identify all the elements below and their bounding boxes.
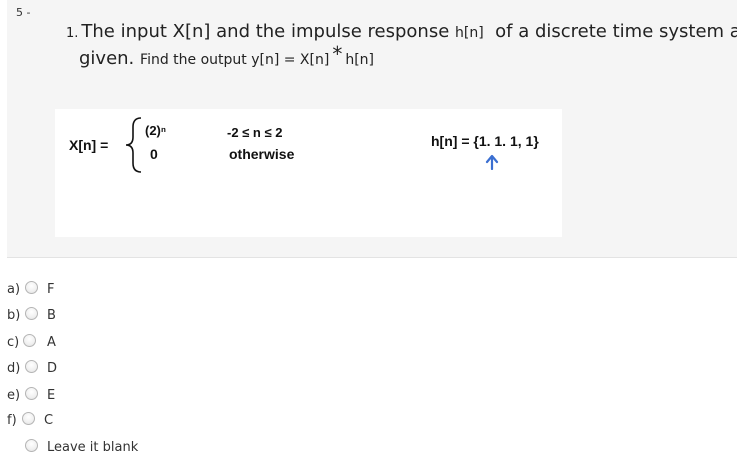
question-panel: 5 - 1. The input X[n] and the impulse res…	[7, 0, 737, 258]
option-f-radio[interactable]	[22, 412, 35, 425]
question-number: 5 -	[16, 6, 31, 19]
question-text-line-1: 1. The input X[n] and the impulse respons…	[66, 21, 737, 42]
option-leave-blank[interactable]: Leave it blank	[0, 438, 160, 458]
question-text-part-1: The input X[n] and the impulse response	[81, 21, 450, 42]
option-a[interactable]: a) F	[0, 280, 90, 300]
option-letter: e)	[7, 388, 21, 403]
origin-up-arrow-icon	[485, 154, 499, 170]
option-letter: c)	[7, 335, 20, 350]
option-label: E	[47, 388, 56, 403]
case1-condition: -2 ≤ n ≤ 2	[227, 125, 283, 140]
piecewise-brace	[125, 117, 142, 173]
quiz-page: 5 - 1. The input X[n] and the impulse res…	[0, 0, 737, 469]
option-e-radio[interactable]	[25, 387, 38, 400]
option-letter: f)	[7, 413, 17, 428]
case2-condition: otherwise	[229, 146, 295, 162]
question-enumerator: 1.	[66, 26, 79, 41]
option-label: F	[47, 282, 55, 297]
option-a-radio[interactable]	[25, 281, 38, 294]
convolution-star: *	[332, 42, 343, 66]
option-d[interactable]: d) D	[0, 359, 90, 379]
option-label: Leave it blank	[47, 440, 139, 455]
option-d-radio[interactable]	[25, 360, 38, 373]
option-leave-blank-radio[interactable]	[25, 439, 38, 452]
option-b-radio[interactable]	[25, 307, 38, 320]
question-text-line-2: given. Find the output y[n] = X[n] * h[n]	[79, 42, 374, 69]
impulse-response-end: h[n]	[345, 52, 374, 68]
problem-figure: X[n] = (2)ⁿ 0 -2 ≤ n ≤ 2 otherwise h[n] …	[55, 109, 562, 237]
option-label: D	[47, 361, 58, 376]
option-label: B	[47, 308, 56, 323]
option-c[interactable]: c) A	[0, 333, 90, 353]
impulse-response-definition: h[n] = {1. 1. 1, 1}	[431, 133, 539, 149]
option-label: C	[44, 413, 54, 428]
option-letter: d)	[7, 361, 21, 376]
case1-expression: (2)ⁿ	[145, 123, 167, 138]
option-letter: a)	[7, 282, 21, 297]
option-label: A	[47, 335, 56, 350]
option-b[interactable]: b) B	[0, 306, 90, 326]
option-e[interactable]: e) E	[0, 386, 90, 406]
question-text-part-3: given.	[79, 48, 135, 69]
question-text-part-2: of a discrete time system are	[495, 21, 737, 42]
case2-expression: 0	[150, 146, 158, 162]
option-c-radio[interactable]	[23, 334, 36, 347]
impulse-response-inline: h[n]	[455, 25, 484, 41]
option-letter: b)	[7, 308, 21, 323]
find-output-text: Find the output y[n] = X[n]	[140, 52, 330, 68]
option-f[interactable]: f) C	[0, 411, 90, 431]
xn-label: X[n] =	[69, 137, 109, 153]
